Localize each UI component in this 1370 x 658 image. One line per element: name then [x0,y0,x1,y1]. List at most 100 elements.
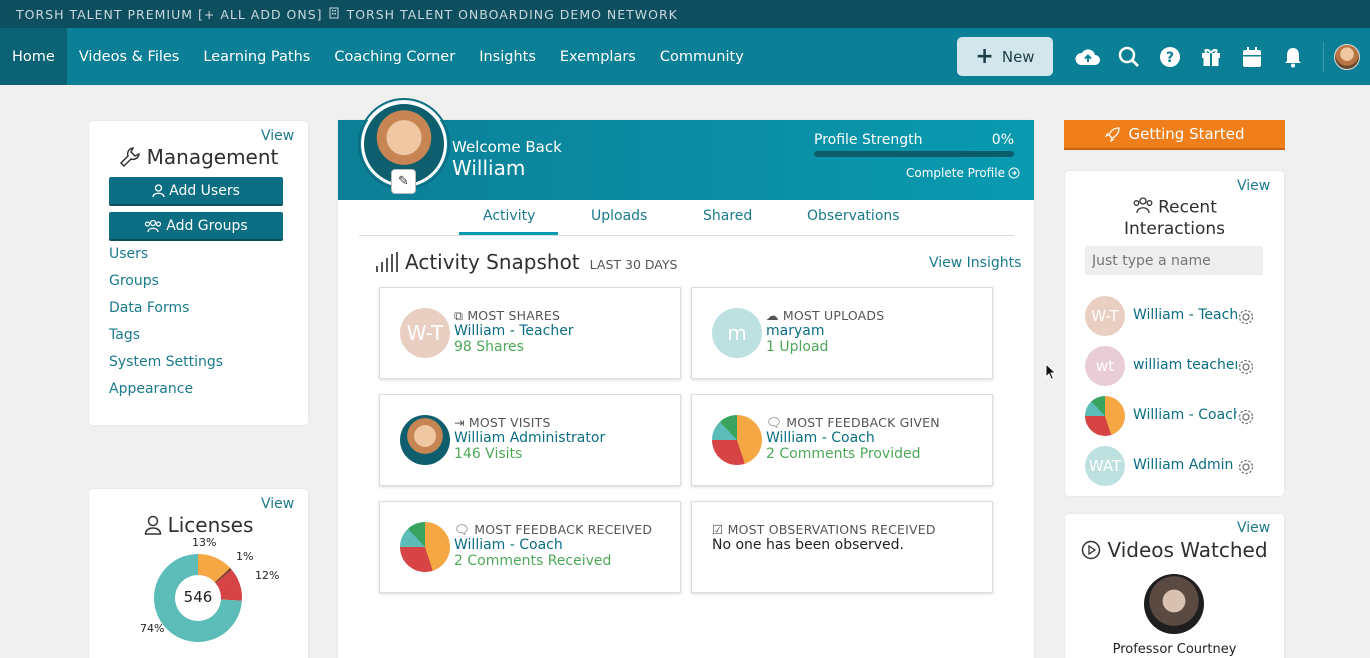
stat-card-most-shares[interactable]: W-T ⧉ MOST SHARES William - Teacher 98 S… [379,287,681,379]
getting-started-label: Getting Started [1128,125,1245,143]
nav-home[interactable]: Home [0,28,67,85]
person-name[interactable]: william teachera [1133,357,1237,373]
stat-card-most-uploads[interactable]: m ☁ MOST UPLOADS maryam 1 Upload [691,287,993,379]
licenses-view-link[interactable]: View [261,496,294,512]
recent-person-row[interactable]: William - Coach [1085,396,1265,436]
gift-icon[interactable] [1190,28,1231,85]
network-name: TORSH TALENT ONBOARDING DEMO NETWORK [346,6,678,22]
link-users[interactable]: Users [109,246,223,273]
management-view-link[interactable]: View [261,128,294,144]
signal-bars-icon [375,252,398,272]
stat-name[interactable]: William - Coach [454,537,563,553]
snapshot-period: LAST 30 DAYS [589,256,678,272]
link-tags[interactable]: Tags [109,327,223,354]
getting-started-button[interactable]: Getting Started [1064,120,1285,148]
profile-strength-value: 0% [991,132,1014,148]
person-name[interactable]: William Admin Te [1133,457,1237,473]
recent-search-input[interactable] [1085,246,1263,275]
recent-person-row[interactable]: wt william teachera [1085,346,1265,386]
upload-cloud-icon[interactable] [1067,28,1108,85]
person-name[interactable]: William - Coach [1133,407,1237,423]
calendar-icon[interactable] [1231,28,1272,85]
nav-videos-files[interactable]: Videos & Files [67,28,192,85]
link-data-forms[interactable]: Data Forms [109,300,223,327]
add-users-button[interactable]: Add Users [109,177,283,204]
stat-value: 1 Upload [766,339,829,355]
main-nav: Home Videos & Files Learning Paths Coach… [0,28,1370,85]
stat-label-text: MOST VISITS [468,415,551,430]
pencil-icon: ✎ [398,174,409,189]
account-plan: TORSH TALENT PREMIUM [+ ALL ADD ONS] [16,6,323,22]
recent-person-row[interactable]: W-T William - Teacher [1085,296,1265,336]
person-avatar: WAT [1085,446,1125,486]
management-title-text: Management [146,145,279,169]
new-button[interactable]: + New [957,37,1053,76]
search-icon[interactable] [1108,28,1149,85]
gear-icon[interactable] [1237,358,1255,380]
nav-coaching-corner[interactable]: Coaching Corner [322,28,467,85]
tab-uploads[interactable]: Uploads [591,208,647,236]
recent-title: Recent Interactions [1065,196,1284,239]
donut-label: 1% [236,550,253,563]
videos-watched-card: View Videos Watched Professor Courtney [1065,514,1284,658]
stat-value: 98 Shares [454,339,524,355]
rocket-icon [1104,126,1121,142]
management-links: Users Groups Data Forms Tags System Sett… [109,246,223,408]
bell-icon[interactable] [1272,28,1313,85]
stat-card-most-feedback-given[interactable]: 🗨 MOST FEEDBACK GIVEN William - Coach 2 … [691,394,993,486]
stat-card-most-visits[interactable]: ⇥ MOST VISITS William Administrator 146 … [379,394,681,486]
comments-icon: 🗨 [454,522,475,537]
new-button-label: New [1001,47,1035,66]
watcher-name: Professor Courtney [1112,642,1237,657]
nav-community[interactable]: Community [648,28,756,85]
link-system-settings[interactable]: System Settings [109,354,223,381]
stat-label-text: MOST SHARES [467,308,561,323]
link-groups[interactable]: Groups [109,273,223,300]
person-avatar-pie [1085,396,1125,436]
nav-learning-paths[interactable]: Learning Paths [191,28,322,85]
stat-name[interactable]: maryam [766,323,824,339]
help-icon[interactable]: ? [1149,28,1190,85]
stat-card-most-feedback-received[interactable]: 🗨 MOST FEEDBACK RECEIVED William - Coach… [379,501,681,593]
stat-name[interactable]: William - Teacher [454,323,574,339]
add-users-label: Add Users [169,182,240,199]
videos-view-link[interactable]: View [1237,520,1270,536]
nav-exemplars[interactable]: Exemplars [548,28,648,85]
complete-profile-label: Complete Profile [906,166,1005,180]
wrench-icon [119,146,141,168]
profile-strength-bar [814,151,1014,157]
link-appearance[interactable]: Appearance [109,381,223,408]
play-circle-icon [1081,540,1101,560]
person-name[interactable]: William - Teacher [1133,307,1237,323]
view-insights-link[interactable]: View Insights [929,255,1021,271]
watcher-avatar[interactable] [1144,574,1204,634]
profile-strength-label: Profile Strength [814,132,923,148]
add-groups-button[interactable]: Add Groups [109,212,283,239]
plus-icon: + [975,44,994,69]
licenses-card: View Licenses 74% 13% 1% 12% 546 [89,489,308,658]
comments-icon: 🗨 [766,415,787,430]
sign-in-icon: ⇥ [454,415,469,430]
welcome-name: William [452,156,526,180]
account-bar: TORSH TALENT PREMIUM [+ ALL ADD ONS] TOR… [0,0,1370,28]
tab-active-indicator [459,232,558,235]
edit-avatar-button[interactable]: ✎ [391,169,416,194]
management-title: Management [89,145,308,169]
welcome-text: Welcome Back [452,138,562,156]
stat-label-text: MOST UPLOADS [782,308,885,323]
stat-name[interactable]: William Administrator [454,430,605,446]
user-avatar[interactable] [1334,43,1360,70]
stat-name[interactable]: William - Coach [766,430,875,446]
recent-view-link[interactable]: View [1237,178,1270,194]
nav-insights[interactable]: Insights [467,28,548,85]
share-icon: ⧉ [454,308,468,323]
complete-profile-link[interactable]: Complete Profile [906,166,1020,180]
building-icon [329,7,339,22]
gear-icon[interactable] [1237,458,1255,480]
tab-observations[interactable]: Observations [807,208,900,236]
tab-shared[interactable]: Shared [703,208,752,236]
gear-icon[interactable] [1237,308,1255,330]
gear-icon[interactable] [1237,408,1255,430]
recent-person-row[interactable]: WAT William Admin Te [1085,446,1265,486]
videos-title-text: Videos Watched [1107,538,1268,562]
